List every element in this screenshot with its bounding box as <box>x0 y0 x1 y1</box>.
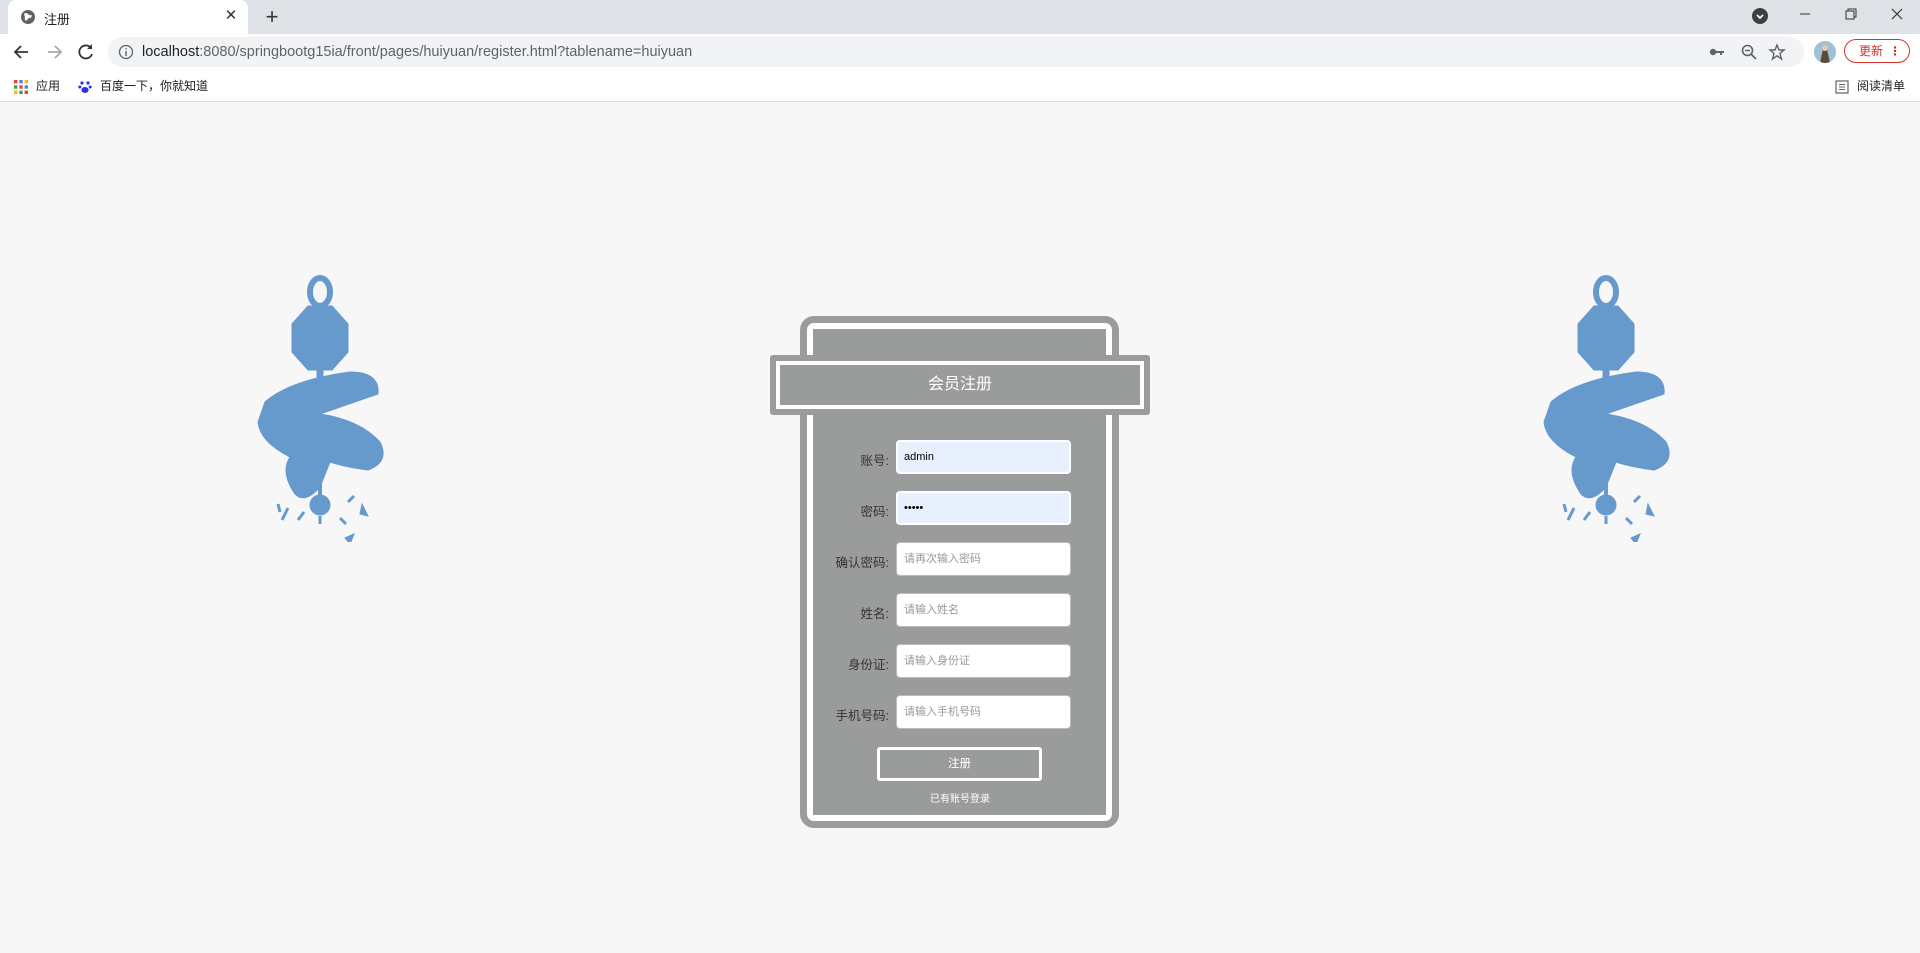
login-link[interactable]: 已有账号登录 <box>880 790 1040 805</box>
form-title-band: 会员注册 <box>770 355 1150 415</box>
back-icon[interactable] <box>8 38 36 66</box>
tab-strip: 注册 ✕ + <box>0 0 1920 34</box>
id-card-label: 身份证: <box>848 658 889 672</box>
phone-input[interactable]: 请输入手机号码 <box>896 695 1071 729</box>
confirm-password-input[interactable]: 请再次输入密码 <box>896 542 1071 576</box>
bookmarks-bar: 应用 百度一下，你就知道 阅读清单 <box>0 70 1920 102</box>
confirm-password-label: 确认密码: <box>835 556 889 570</box>
left-lantern-icon <box>257 275 384 542</box>
account-row: 账号: admin <box>806 440 1076 476</box>
restore-icon[interactable] <box>1828 0 1874 30</box>
update-button[interactable]: 更新 ⋮ <box>1844 39 1910 63</box>
key-icon[interactable] <box>1708 43 1726 61</box>
forward-icon[interactable] <box>40 38 68 66</box>
name-input[interactable]: 请输入姓名 <box>896 593 1071 627</box>
zoom-icon[interactable] <box>1740 43 1758 61</box>
browser-tab[interactable]: 注册 ✕ <box>8 0 248 34</box>
menu-dots-icon: ⋮ <box>1889 44 1901 58</box>
bookmark-baidu-label: 百度一下，你就知道 <box>100 79 209 93</box>
baidu-paw-icon <box>78 81 92 93</box>
bookmark-apps[interactable]: 应用 <box>14 77 60 94</box>
browser-toolbar: localhost:8080/springbootg15ia/front/pag… <box>0 34 1920 70</box>
globe-icon <box>21 10 35 24</box>
right-lantern-icon <box>1543 275 1670 542</box>
bookmark-baidu[interactable]: 百度一下，你就知道 <box>78 77 208 94</box>
password-input[interactable]: ••••• <box>896 491 1071 525</box>
tab-search-icon[interactable] <box>1752 8 1768 24</box>
url-host: localhost <box>142 44 200 60</box>
reload-icon[interactable] <box>72 38 100 66</box>
bookmark-apps-label: 应用 <box>36 79 61 93</box>
close-window-icon[interactable] <box>1874 0 1920 30</box>
reading-list[interactable]: 阅读清单 <box>1835 77 1905 94</box>
account-label: 账号: <box>860 454 889 468</box>
url-path: :8080/springbootg15ia/front/pages/huiyua… <box>199 44 693 60</box>
password-label: 密码: <box>860 505 889 519</box>
reading-list-label: 阅读清单 <box>1857 79 1906 93</box>
reading-list-icon <box>1835 80 1849 94</box>
address-bar[interactable]: localhost:8080/springbootg15ia/front/pag… <box>108 37 1804 67</box>
minimize-icon[interactable] <box>1782 0 1828 30</box>
tab-title: 注册 <box>44 12 71 27</box>
new-tab-icon[interactable]: + <box>260 5 284 29</box>
close-tab-icon[interactable]: ✕ <box>222 7 240 25</box>
avatar[interactable] <box>1814 41 1836 63</box>
id-card-input[interactable]: 请输入身份证 <box>896 644 1071 678</box>
password-row: 密码: ••••• <box>806 491 1076 527</box>
update-label: 更新 <box>1859 44 1884 58</box>
confirm-password-row: 确认密码: 请再次输入密码 <box>806 542 1076 578</box>
name-row: 姓名: 请输入姓名 <box>806 593 1076 629</box>
form-title: 会员注册 <box>780 365 1140 405</box>
phone-label: 手机号码: <box>835 709 889 723</box>
name-label: 姓名: <box>860 607 889 621</box>
info-icon[interactable] <box>118 44 134 60</box>
star-icon[interactable] <box>1768 43 1786 61</box>
id-card-row: 身份证: 请输入身份证 <box>806 644 1076 680</box>
account-input[interactable]: admin <box>896 440 1071 474</box>
register-button[interactable]: 注册 <box>877 747 1042 781</box>
apps-grid-icon <box>14 79 28 94</box>
phone-row: 手机号码: 请输入手机号码 <box>806 695 1076 731</box>
url-text: localhost:8080/springbootg15ia/front/pag… <box>142 44 692 60</box>
